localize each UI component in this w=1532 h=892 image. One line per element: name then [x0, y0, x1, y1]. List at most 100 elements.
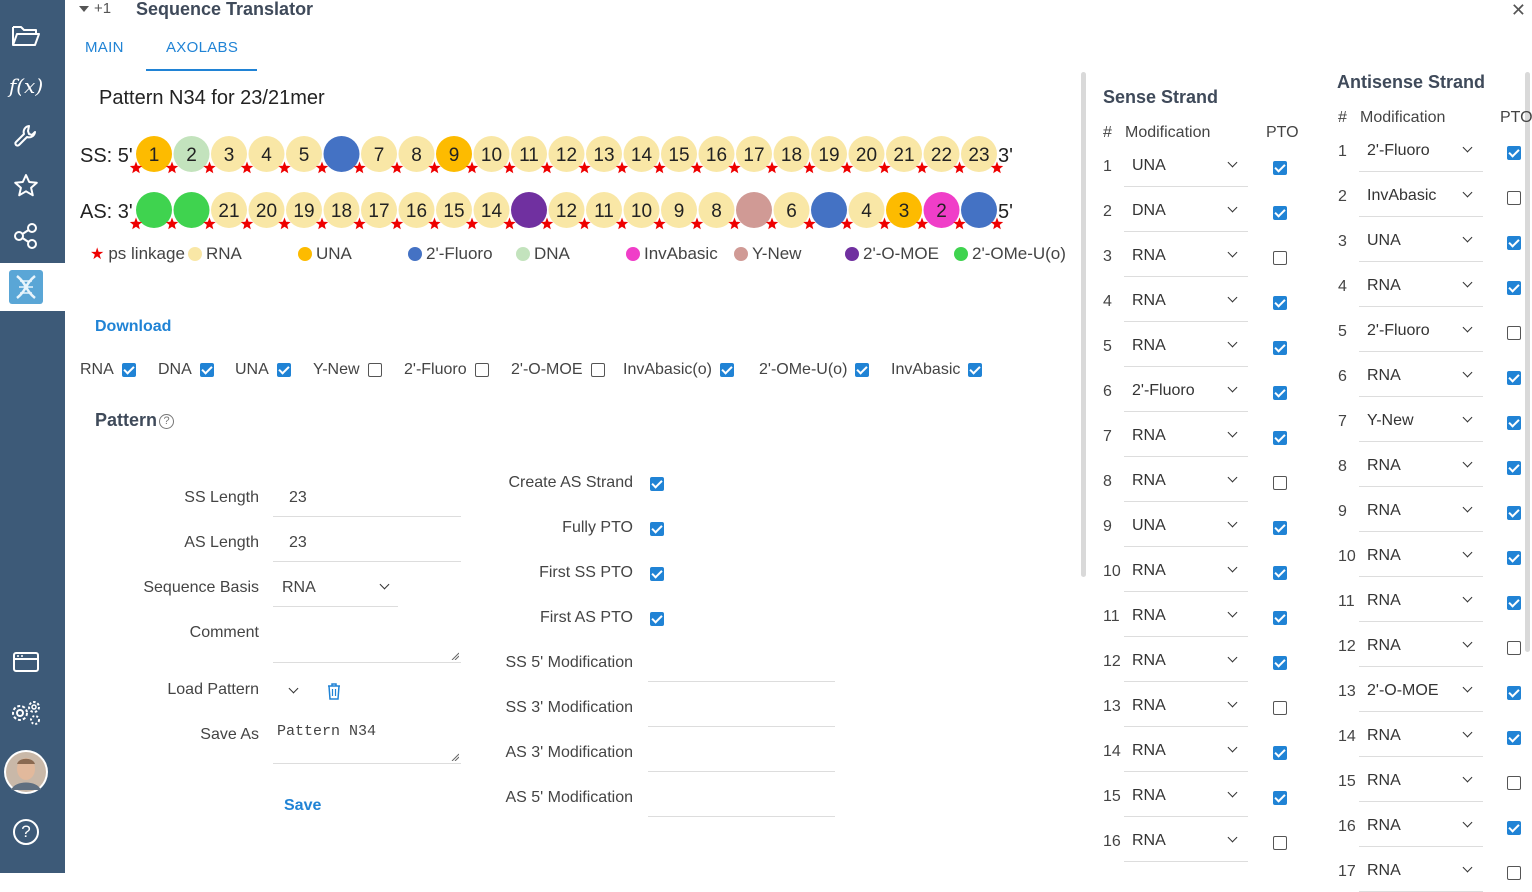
sense-modification-select[interactable]: RNA — [1124, 689, 1248, 727]
antisense-modification-select[interactable]: Y-New — [1359, 404, 1483, 442]
antisense-modification-select[interactable]: 2'-Fluoro — [1359, 314, 1483, 352]
help-circle-icon[interactable]: ? — [159, 413, 175, 429]
sense-modification-select[interactable]: RNA — [1124, 239, 1248, 277]
tab-main[interactable]: MAIN — [85, 39, 124, 56]
antisense-pto-checkbox[interactable] — [1507, 461, 1521, 475]
as-length-input[interactable]: 23 — [273, 523, 461, 562]
ss-length-input[interactable]: 23 — [273, 478, 461, 517]
antisense-pto-checkbox[interactable] — [1507, 191, 1521, 205]
sense-modification-select[interactable]: RNA — [1124, 734, 1248, 772]
sense-modification-select[interactable]: DNA — [1124, 194, 1248, 232]
antisense-modification-select[interactable]: 2'-O-MOE — [1359, 674, 1483, 712]
filter-checkbox[interactable] — [121, 363, 136, 377]
filter-invabasic[interactable]: InvAbasic — [891, 361, 983, 379]
right-scrollbar[interactable] — [1525, 72, 1530, 652]
filter-y-new[interactable]: Y-New — [313, 361, 382, 379]
sense-pto-checkbox[interactable] — [1273, 836, 1287, 850]
star-icon[interactable] — [8, 168, 44, 204]
antisense-pto-checkbox[interactable] — [1507, 236, 1521, 250]
antisense-modification-select[interactable]: RNA — [1359, 584, 1483, 622]
share-icon[interactable] — [8, 218, 44, 254]
antisense-modification-select[interactable]: RNA — [1359, 809, 1483, 847]
sense-pto-checkbox[interactable] — [1273, 251, 1287, 265]
antisense-pto-checkbox[interactable] — [1507, 146, 1521, 160]
sense-modification-select[interactable]: 2'-Fluoro — [1124, 374, 1248, 412]
sense-pto-checkbox[interactable] — [1273, 206, 1287, 220]
antisense-modification-select[interactable]: RNA — [1359, 539, 1483, 577]
antisense-modification-select[interactable]: RNA — [1359, 629, 1483, 667]
filter-checkbox[interactable] — [590, 363, 605, 377]
create-as-strand-checkbox[interactable] — [650, 477, 664, 491]
sense-pto-checkbox[interactable] — [1273, 521, 1287, 535]
antisense-modification-select[interactable]: RNA — [1359, 719, 1483, 757]
antisense-pto-checkbox[interactable] — [1507, 416, 1521, 430]
first-as-pto-checkbox[interactable] — [650, 612, 664, 626]
sense-pto-checkbox[interactable] — [1273, 161, 1287, 175]
antisense-pto-checkbox[interactable] — [1507, 686, 1521, 700]
save-button[interactable]: Save — [284, 797, 321, 815]
filter-rna[interactable]: RNA — [80, 361, 136, 379]
sense-pto-checkbox[interactable] — [1273, 791, 1287, 805]
antisense-modification-select[interactable]: RNA — [1359, 764, 1483, 802]
antisense-modification-select[interactable]: InvAbasic — [1359, 179, 1483, 217]
antisense-modification-select[interactable]: RNA — [1359, 359, 1483, 397]
download-link[interactable]: Download — [95, 318, 171, 336]
sequence-translator-icon[interactable] — [8, 269, 44, 305]
filter-checkbox[interactable] — [855, 363, 870, 377]
antisense-pto-checkbox[interactable] — [1507, 506, 1521, 520]
main-scrollbar[interactable] — [1081, 72, 1086, 577]
filter-una[interactable]: UNA — [235, 361, 291, 379]
sense-pto-checkbox[interactable] — [1273, 386, 1287, 400]
comment-textarea[interactable] — [273, 613, 461, 663]
filter-checkbox[interactable] — [968, 363, 983, 377]
antisense-pto-checkbox[interactable] — [1507, 641, 1521, 655]
save-as-textarea[interactable]: Pattern N34 — [273, 714, 461, 764]
sense-modification-select[interactable]: RNA — [1124, 824, 1248, 862]
sense-pto-checkbox[interactable] — [1273, 476, 1287, 490]
sense-modification-select[interactable]: RNA — [1124, 644, 1248, 682]
filter-checkbox[interactable] — [199, 363, 214, 377]
ss3-modification-input[interactable] — [648, 688, 835, 727]
close-icon[interactable]: ✕ — [1511, 0, 1526, 21]
sense-modification-select[interactable]: RNA — [1124, 554, 1248, 592]
sense-modification-select[interactable]: RNA — [1124, 284, 1248, 322]
avatar[interactable] — [4, 750, 48, 794]
ss5-modification-input[interactable] — [648, 643, 835, 682]
resize-handle-icon[interactable] — [451, 753, 459, 761]
function-icon[interactable]: f(x) — [8, 68, 44, 104]
antisense-pto-checkbox[interactable] — [1507, 326, 1521, 340]
filter-checkbox[interactable] — [474, 363, 489, 377]
antisense-modification-select[interactable]: RNA — [1359, 854, 1483, 892]
sense-pto-checkbox[interactable] — [1273, 656, 1287, 670]
antisense-modification-select[interactable]: RNA — [1359, 269, 1483, 307]
sense-pto-checkbox[interactable] — [1273, 611, 1287, 625]
antisense-pto-checkbox[interactable] — [1507, 776, 1521, 790]
sense-modification-select[interactable]: RNA — [1124, 779, 1248, 817]
sense-modification-select[interactable]: UNA — [1124, 149, 1248, 187]
wrench-icon[interactable] — [8, 118, 44, 154]
antisense-pto-checkbox[interactable] — [1507, 866, 1521, 880]
as3-modification-input[interactable] — [648, 733, 835, 772]
antisense-modification-select[interactable]: RNA — [1359, 449, 1483, 487]
sequence-basis-select[interactable]: RNA — [273, 568, 398, 607]
sense-modification-select[interactable]: UNA — [1124, 509, 1248, 547]
antisense-modification-select[interactable]: 2'-Fluoro — [1359, 134, 1483, 172]
sense-pto-checkbox[interactable] — [1273, 296, 1287, 310]
sense-modification-select[interactable]: RNA — [1124, 419, 1248, 457]
antisense-modification-select[interactable]: RNA — [1359, 494, 1483, 532]
tab-axolabs[interactable]: AXOLABS — [166, 39, 238, 56]
sense-pto-checkbox[interactable] — [1273, 701, 1287, 715]
first-ss-pto-checkbox[interactable] — [650, 567, 664, 581]
antisense-pto-checkbox[interactable] — [1507, 281, 1521, 295]
antisense-pto-checkbox[interactable] — [1507, 371, 1521, 385]
sense-modification-select[interactable]: RNA — [1124, 329, 1248, 367]
filter-checkbox[interactable] — [367, 363, 382, 377]
sense-pto-checkbox[interactable] — [1273, 566, 1287, 580]
help-icon[interactable]: ? — [8, 814, 44, 850]
antisense-pto-checkbox[interactable] — [1507, 551, 1521, 565]
antisense-pto-checkbox[interactable] — [1507, 821, 1521, 835]
filter-invabasic-o-[interactable]: InvAbasic(o) — [623, 361, 734, 379]
sense-pto-checkbox[interactable] — [1273, 431, 1287, 445]
antisense-modification-select[interactable]: UNA — [1359, 224, 1483, 262]
trash-icon[interactable] — [326, 682, 342, 700]
